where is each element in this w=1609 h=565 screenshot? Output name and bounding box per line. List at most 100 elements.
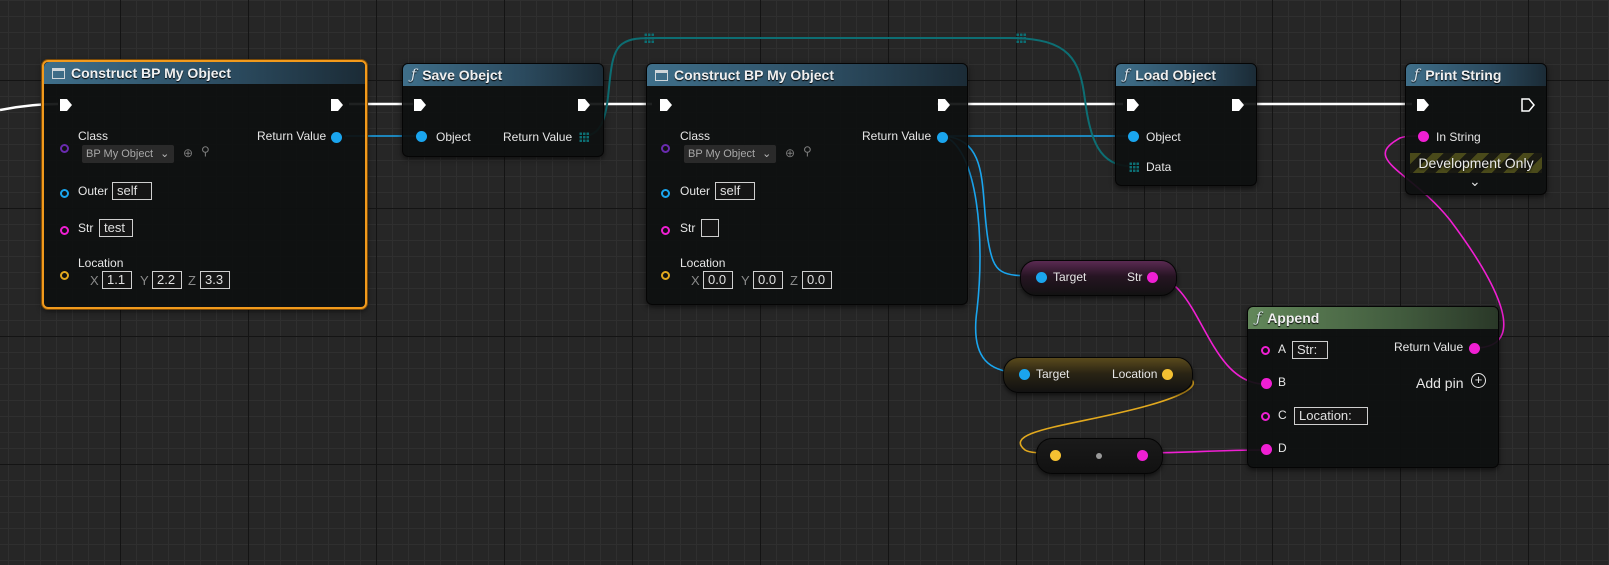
object-pin[interactable] (1128, 131, 1139, 142)
str-out-pin[interactable] (1147, 272, 1158, 283)
location-label: Location (680, 256, 726, 270)
return-value-pin[interactable] (331, 132, 342, 143)
class-icon (52, 67, 65, 79)
z-field[interactable]: 0.0 (802, 271, 832, 289)
class-pin[interactable] (661, 144, 670, 153)
c-label: C (1278, 408, 1287, 422)
x-field[interactable]: 1.1 (102, 271, 132, 289)
z-field[interactable]: 3.3 (200, 271, 230, 289)
chevron-down-icon: ⌄ (762, 148, 772, 160)
exec-out-pin[interactable] (1521, 98, 1535, 112)
b-pin[interactable] (1261, 378, 1272, 389)
get-str-node[interactable]: Target Str (1020, 260, 1177, 296)
x-label: X (691, 273, 700, 288)
node-header[interactable]: Construct BP My Object (647, 64, 967, 86)
return-value-pin[interactable] (937, 132, 948, 143)
function-icon: ƒ (1256, 310, 1262, 326)
exec-in-pin[interactable] (59, 98, 73, 112)
exec-out-pin[interactable] (330, 98, 344, 112)
node-title: Print String (1425, 67, 1502, 83)
str-field[interactable] (701, 219, 719, 237)
return-value-pin[interactable] (1469, 343, 1480, 354)
z-label: Z (790, 273, 798, 288)
object-pin[interactable] (416, 131, 427, 142)
return-value-label: Return Value (862, 129, 932, 143)
add-pin-icon[interactable]: + (1471, 373, 1486, 388)
load-object-node[interactable]: ƒ Load Object Object Data (1115, 63, 1257, 186)
c-field[interactable]: Location: (1294, 407, 1368, 425)
class-label: Class (680, 129, 711, 143)
get-location-node[interactable]: Target Location (1003, 357, 1193, 393)
location-pin[interactable] (661, 271, 670, 280)
b-label: B (1278, 375, 1287, 389)
outer-field[interactable]: self (715, 182, 755, 200)
add-pin-label[interactable]: Add pin (1416, 375, 1463, 391)
development-only-banner: Development Only (1410, 153, 1542, 173)
exec-in-pin[interactable] (413, 98, 427, 112)
y-field[interactable]: 2.2 (152, 271, 182, 289)
x-field[interactable]: 0.0 (703, 271, 733, 289)
a-label: A (1278, 342, 1287, 356)
d-pin[interactable] (1261, 444, 1272, 455)
y-field[interactable]: 0.0 (753, 271, 783, 289)
return-value-label: Return Value (257, 129, 327, 143)
construct-bp-node-2[interactable]: Construct BP My Object Class BP My Objec… (646, 63, 968, 305)
print-string-node[interactable]: ƒ Print String In String Development Onl… (1405, 63, 1547, 195)
target-pin[interactable] (1036, 272, 1047, 283)
a-field[interactable]: Str: (1292, 341, 1328, 359)
x-label: X (90, 273, 99, 288)
z-label: Z (188, 273, 196, 288)
str-pin[interactable] (60, 226, 69, 235)
class-dropdown-value: BP My Object (86, 148, 154, 160)
node-header[interactable]: ƒ Load Object (1116, 64, 1256, 86)
location-pin[interactable] (60, 271, 69, 280)
append-node[interactable]: ƒ Append A Str: B C Location: D Return V… (1247, 306, 1499, 468)
y-label: Y (140, 273, 149, 288)
exec-out-pin[interactable] (1231, 98, 1245, 112)
class-pin[interactable] (60, 144, 69, 153)
exec-out-pin[interactable] (577, 98, 591, 112)
node-title: Load Object (1135, 67, 1217, 83)
node-header[interactable]: ƒ Save Obejct (403, 64, 603, 86)
search-icon[interactable]: ⚲ (803, 144, 812, 158)
outer-label: Outer (78, 184, 109, 198)
data-label: Data (1146, 160, 1172, 174)
search-icon[interactable]: ⚲ (201, 144, 210, 158)
node-header[interactable]: ƒ Print String (1406, 64, 1546, 86)
vector-in-pin[interactable] (1050, 450, 1061, 461)
outer-pin[interactable] (661, 189, 670, 198)
class-dropdown-value: BP My Object (688, 148, 756, 160)
outer-field[interactable]: self (112, 182, 152, 200)
node-header[interactable]: Construct BP My Object (44, 62, 365, 84)
conversion-node[interactable] (1036, 438, 1163, 474)
conversion-dot (1096, 453, 1102, 459)
struct-return-pin[interactable] (579, 132, 589, 142)
target-pin[interactable] (1019, 369, 1030, 380)
reroute-grip-1[interactable] (644, 33, 654, 43)
c-pin[interactable] (1261, 412, 1270, 421)
function-icon: ƒ (1124, 67, 1130, 83)
outer-pin[interactable] (60, 189, 69, 198)
browse-icon[interactable]: ⊕ (785, 146, 795, 160)
location-out-pin[interactable] (1162, 369, 1173, 380)
reroute-grip-2[interactable] (1016, 33, 1026, 43)
object-label: Object (1146, 130, 1181, 144)
a-pin[interactable] (1261, 346, 1270, 355)
chevron-down-icon[interactable]: ⌄ (1469, 173, 1481, 190)
node-header[interactable]: ƒ Append (1248, 307, 1498, 329)
exec-in-pin[interactable] (1126, 98, 1140, 112)
str-pin[interactable] (661, 226, 670, 235)
browse-icon[interactable]: ⊕ (183, 146, 193, 160)
str-field[interactable]: test (99, 219, 133, 237)
class-dropdown[interactable]: BP My Object ⌄ (82, 145, 174, 163)
exec-in-pin[interactable] (1416, 98, 1430, 112)
in-string-pin[interactable] (1418, 131, 1429, 142)
target-label: Target (1036, 367, 1070, 381)
data-struct-pin[interactable] (1129, 162, 1139, 172)
class-dropdown[interactable]: BP My Object ⌄ (684, 145, 776, 163)
string-out-pin[interactable] (1137, 450, 1148, 461)
exec-in-pin[interactable] (659, 98, 673, 112)
save-object-node[interactable]: ƒ Save Obejct Object Return Value (402, 63, 604, 157)
construct-bp-node-1[interactable]: Construct BP My Object Class BP My Objec… (42, 60, 367, 309)
exec-out-pin[interactable] (937, 98, 951, 112)
